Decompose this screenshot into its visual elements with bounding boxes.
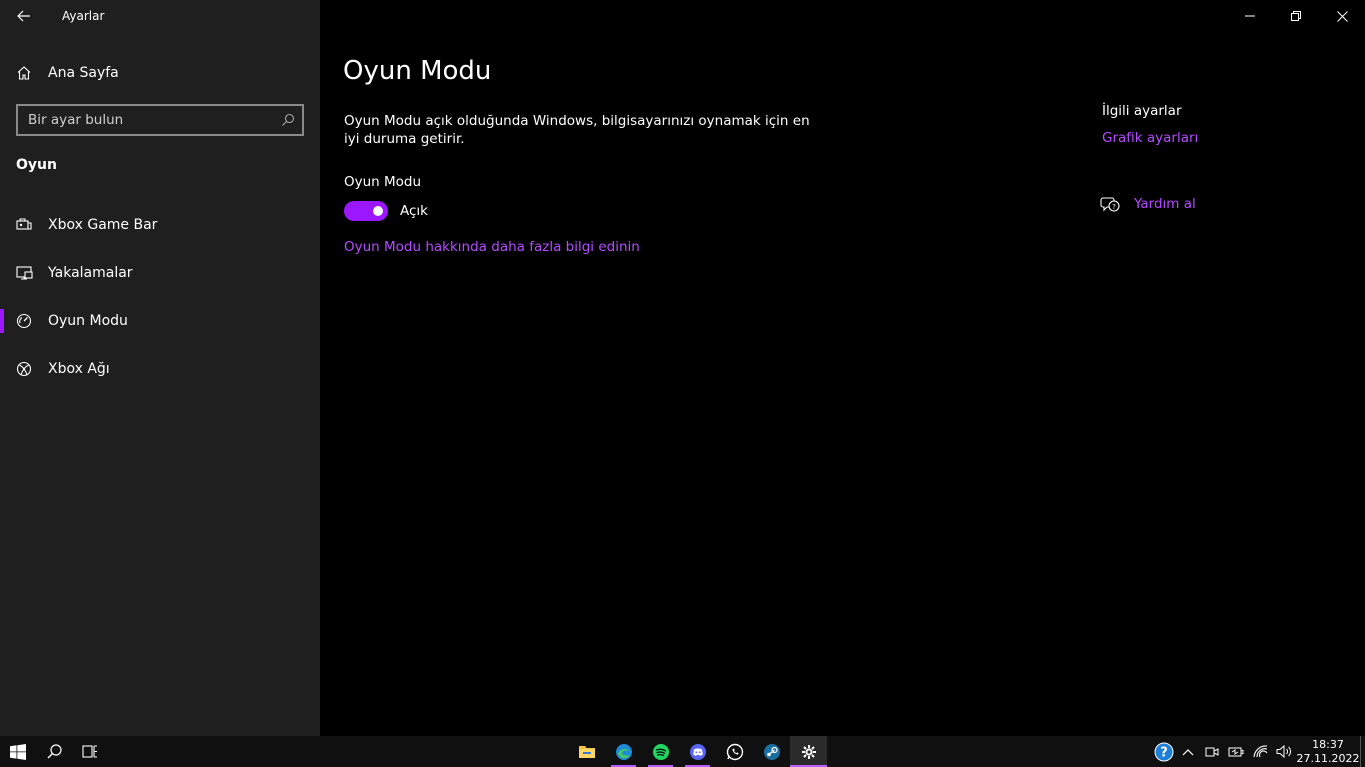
tray-help-button[interactable]: ? bbox=[1152, 736, 1176, 767]
page-description: Oyun Modu açık olduğunda Windows, bilgis… bbox=[344, 113, 810, 147]
help-icon: ? bbox=[1154, 742, 1174, 761]
show-desktop-button[interactable] bbox=[1360, 736, 1365, 767]
close-icon bbox=[1336, 10, 1348, 22]
sidebar-item-game-mode[interactable]: Oyun Modu bbox=[0, 297, 320, 345]
game-mode-icon bbox=[0, 313, 48, 329]
help-chat-icon: ? bbox=[1100, 197, 1120, 212]
back-button[interactable] bbox=[0, 0, 48, 32]
sidebar-item-captures[interactable]: Yakalamalar bbox=[0, 249, 320, 297]
taskbar-apps bbox=[568, 736, 827, 767]
windows-logo-icon bbox=[10, 743, 26, 760]
section-title: Oyun bbox=[16, 157, 57, 173]
graphics-settings-link[interactable]: Grafik ayarları bbox=[1102, 130, 1198, 146]
camera-icon bbox=[1205, 747, 1219, 756]
sidebar-item-home[interactable]: Ana Sayfa bbox=[0, 57, 320, 89]
restore-icon bbox=[1291, 11, 1301, 21]
taskbar-left bbox=[0, 736, 108, 767]
toggle-knob bbox=[373, 206, 383, 216]
home-label: Ana Sayfa bbox=[48, 65, 119, 81]
whatsapp-icon bbox=[726, 743, 743, 760]
svg-text:?: ? bbox=[1112, 203, 1116, 211]
taskbar-discord[interactable] bbox=[679, 736, 716, 767]
svg-text:?: ? bbox=[1160, 745, 1168, 760]
page-title: Oyun Modu bbox=[343, 56, 492, 86]
search-icon bbox=[47, 744, 62, 759]
tray-volume-button[interactable] bbox=[1272, 736, 1296, 767]
game-mode-setting-label: Oyun Modu bbox=[344, 174, 422, 190]
sidebar-item-xbox-network[interactable]: Xbox Ağı bbox=[0, 345, 320, 393]
taskbar-edge[interactable] bbox=[605, 736, 642, 767]
sidebar: Ayarlar Ana Sayfa Oyun Xbox Game Bar Yak… bbox=[0, 0, 320, 736]
get-help-link[interactable]: Yardım al bbox=[1134, 196, 1196, 212]
sidebar-item-label: Oyun Modu bbox=[48, 313, 128, 329]
toggle-state-label: Açık bbox=[400, 203, 428, 219]
task-view-button[interactable] bbox=[72, 736, 108, 767]
file-explorer-icon bbox=[578, 746, 595, 758]
sidebar-item-label: Xbox Game Bar bbox=[48, 217, 158, 233]
sidebar-nav: Xbox Game Bar Yakalamalar Oyun Modu Xbox… bbox=[0, 201, 320, 393]
sidebar-item-label: Xbox Ağı bbox=[48, 361, 110, 377]
steam-icon bbox=[763, 743, 780, 760]
game-mode-toggle-row: Açık bbox=[344, 201, 428, 221]
search-icon[interactable] bbox=[274, 113, 302, 127]
window-controls bbox=[1227, 0, 1365, 32]
back-arrow-icon bbox=[17, 10, 30, 22]
main-content: Oyun Modu Oyun Modu açık olduğunda Windo… bbox=[320, 0, 1365, 736]
taskbar: ? 18:37 27.11.2022 bbox=[0, 736, 1365, 767]
taskbar-steam[interactable] bbox=[753, 736, 790, 767]
taskbar-clock[interactable]: 18:37 27.11.2022 bbox=[1296, 738, 1360, 766]
close-button[interactable] bbox=[1319, 0, 1365, 32]
sidebar-item-label: Yakalamalar bbox=[48, 265, 133, 281]
tray-meet-button[interactable] bbox=[1200, 736, 1224, 767]
start-button[interactable] bbox=[0, 736, 36, 767]
learn-more-link[interactable]: Oyun Modu hakkında daha fazla bilgi edin… bbox=[344, 239, 640, 255]
tray-network-button[interactable] bbox=[1248, 736, 1272, 767]
taskbar-file-explorer[interactable] bbox=[568, 736, 605, 767]
related-settings-title: İlgili ayarlar bbox=[1102, 103, 1182, 119]
chevron-up-icon bbox=[1182, 748, 1194, 755]
sidebar-item-xbox-game-bar[interactable]: Xbox Game Bar bbox=[0, 201, 320, 249]
taskbar-settings[interactable] bbox=[790, 736, 827, 767]
wifi-icon bbox=[1252, 745, 1267, 758]
task-view-icon bbox=[81, 745, 97, 758]
restore-button[interactable] bbox=[1273, 0, 1319, 32]
xbox-icon bbox=[0, 361, 48, 377]
tray-keyboard-button[interactable] bbox=[1224, 736, 1248, 767]
settings-icon bbox=[801, 744, 816, 759]
get-help-row[interactable]: ? Yardım al bbox=[1100, 195, 1196, 213]
spotify-icon bbox=[652, 743, 669, 760]
taskbar-spotify[interactable] bbox=[642, 736, 679, 767]
app-title: Ayarlar bbox=[62, 9, 105, 23]
edge-icon bbox=[615, 743, 632, 760]
clock-time: 18:37 bbox=[1312, 737, 1344, 751]
taskbar-search-button[interactable] bbox=[36, 736, 72, 767]
minimize-icon bbox=[1245, 15, 1255, 17]
game-bar-icon bbox=[0, 218, 48, 232]
captures-icon bbox=[0, 266, 48, 280]
search-input[interactable] bbox=[18, 112, 274, 128]
tray-expand-button[interactable] bbox=[1176, 736, 1200, 767]
battery-plug-icon bbox=[1228, 747, 1244, 756]
taskbar-whatsapp[interactable] bbox=[716, 736, 753, 767]
search-box[interactable] bbox=[16, 104, 304, 136]
volume-icon bbox=[1276, 745, 1291, 758]
minimize-button[interactable] bbox=[1227, 0, 1273, 32]
title-bar: Ayarlar bbox=[0, 0, 320, 32]
home-icon bbox=[0, 65, 48, 81]
game-mode-toggle[interactable] bbox=[344, 201, 388, 221]
discord-icon bbox=[689, 743, 706, 760]
system-tray: ? 18:37 27.11.2022 bbox=[1152, 736, 1365, 767]
clock-date: 27.11.2022 bbox=[1296, 751, 1360, 765]
